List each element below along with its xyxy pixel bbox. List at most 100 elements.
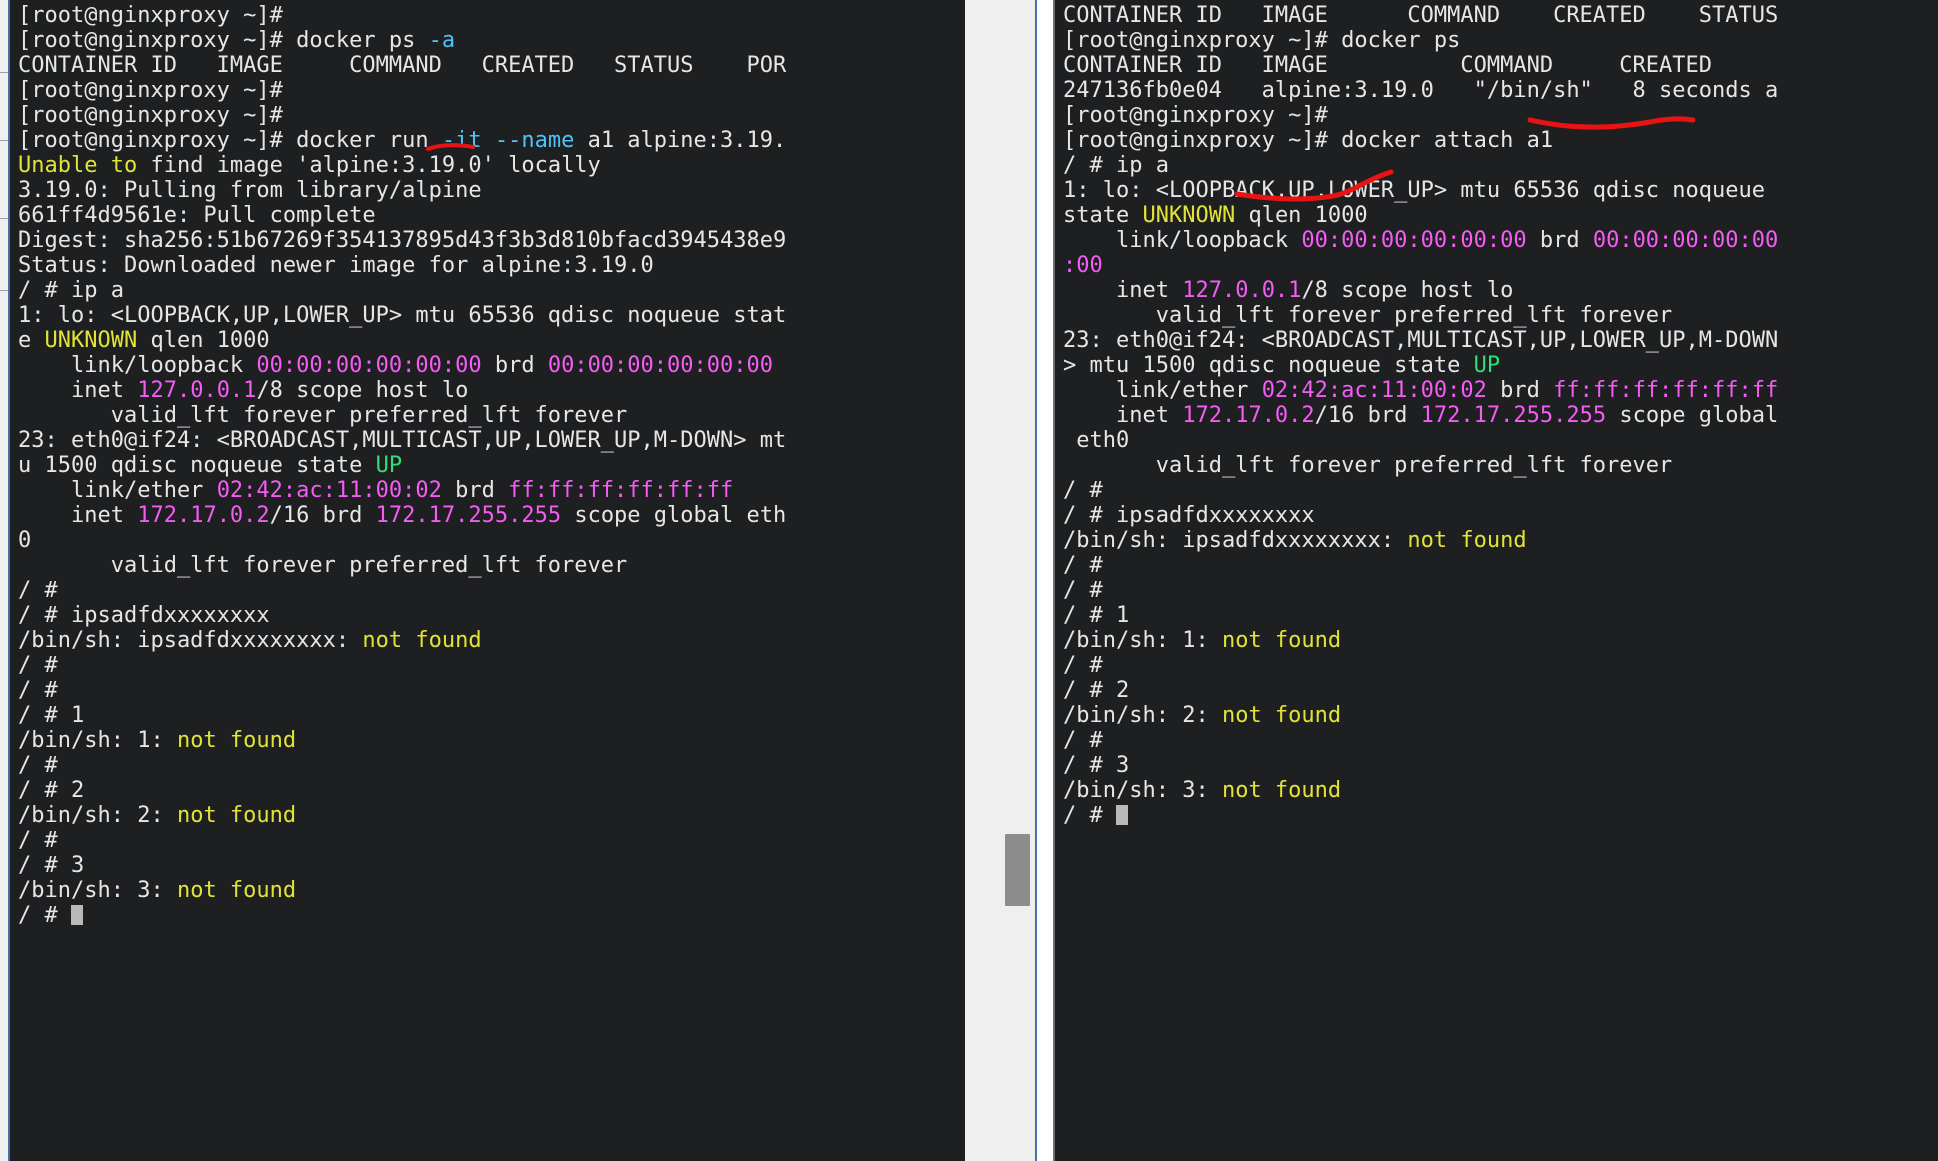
terminal-span: /bin/sh: ipsadfdxxxxxxxx: <box>18 628 363 653</box>
terminal-span: / # ip a <box>1063 153 1169 178</box>
terminal-span: ff:ff:ff:ff:ff:ff <box>508 478 734 503</box>
terminal-span: Digest: sha256:51b67269f354137895d43f3b3… <box>18 228 787 253</box>
scrollbar-thumb[interactable] <box>1005 834 1030 906</box>
terminal-span: 127.0.0.1 <box>1182 278 1302 303</box>
terminal-span: 00:00:00:00:00:00 <box>256 353 482 378</box>
terminal-line: / # <box>1063 478 1938 503</box>
right-terminal-lines: CONTAINER ID IMAGE COMMAND CREATED STATU… <box>1055 0 1938 828</box>
left-terminal[interactable]: [root@nginxproxy ~]# [root@nginxproxy ~]… <box>10 0 965 1161</box>
terminal-span: /8 scope host lo <box>1301 278 1514 303</box>
terminal-line: /bin/sh: ipsadfdxxxxxxxx: not found <box>1063 528 1938 553</box>
terminal-span: / # 2 <box>1063 678 1130 703</box>
terminal-span: scope global eth <box>561 503 787 528</box>
terminal-span: valid_lft forever preferred_lft forever <box>18 403 628 428</box>
terminal-span: 172.17.0.2 <box>1182 403 1315 428</box>
terminal-line: eth0 <box>1063 428 1938 453</box>
terminal-line: state UNKNOWN qlen 1000 <box>1063 203 1938 228</box>
terminal-line: / # 1 <box>18 703 965 728</box>
terminal-span: / # ip a <box>18 278 124 303</box>
terminal-span: a1 alpine:3.19. <box>574 128 787 153</box>
terminal-span: 172.17.255.255 <box>1420 403 1607 428</box>
terminal-span: / # 3 <box>1063 753 1130 778</box>
terminal-span: /8 scope host lo <box>256 378 469 403</box>
text-cursor <box>70 905 83 925</box>
terminal-line: [root@nginxproxy ~]# docker run -it --na… <box>18 128 965 153</box>
terminal-span: CONTAINER ID IMAGE COMMAND CREATED STATU… <box>1063 3 1779 28</box>
terminal-span: / # <box>1063 478 1116 503</box>
terminal-span: 00:00:00:00:00 <box>1592 228 1779 253</box>
terminal-line: inet 127.0.0.1/8 scope host lo <box>1063 278 1938 303</box>
screenshot-root: [root@nginxproxy ~]# [root@nginxproxy ~]… <box>0 0 1938 1161</box>
terminal-span: / # ipsadfdxxxxxxxx <box>18 603 270 628</box>
terminal-line: / # <box>18 903 965 928</box>
terminal-line: link/ether 02:42:ac:11:00:02 brd ff:ff:f… <box>1063 378 1938 403</box>
terminal-line: /bin/sh: 1: not found <box>18 728 965 753</box>
terminal-span: /bin/sh: 1: <box>18 728 177 753</box>
terminal-span: CONTAINER ID IMAGE COMMAND CREATED <box>1063 53 1713 78</box>
terminal-span: UNKNOWN <box>1142 203 1236 228</box>
right-terminal[interactable]: CONTAINER ID IMAGE COMMAND CREATED STATU… <box>1055 0 1938 1161</box>
terminal-span: /bin/sh: 2: <box>1063 703 1222 728</box>
terminal-span: 23: eth0@if24: <BROADCAST,MULTICAST,UP,L… <box>18 428 787 453</box>
terminal-line: > mtu 1500 qdisc noqueue state UP <box>1063 353 1938 378</box>
terminal-span <box>482 128 495 153</box>
terminal-span: inet <box>1063 278 1183 303</box>
terminal-span: 247136fb0e04 alpine:3.19.0 "/bin/sh" 8 s… <box>1063 78 1779 103</box>
terminal-line: Status: Downloaded newer image for alpin… <box>18 253 965 278</box>
terminal-line: / # <box>18 578 965 603</box>
terminal-span: scope global <box>1606 403 1779 428</box>
terminal-span: link/ether <box>18 478 217 503</box>
terminal-line: / # <box>1063 728 1938 753</box>
terminal-span: [root@nginxproxy ~]# <box>18 78 297 103</box>
margin-tick-mark <box>0 290 8 291</box>
terminal-span: /bin/sh: 1: <box>1063 628 1222 653</box>
terminal-span: /16 brd <box>269 503 376 528</box>
terminal-span: / # <box>1063 653 1116 678</box>
terminal-line: / # <box>1063 803 1938 828</box>
terminal-line: valid_lft forever preferred_lft forever <box>1063 453 1938 478</box>
terminal-span: not found <box>176 803 297 828</box>
terminal-span: /bin/sh: 3: <box>18 878 177 903</box>
terminal-span: / # <box>1063 728 1116 753</box>
terminal-line: 23: eth0@if24: <BROADCAST,MULTICAST,UP,L… <box>1063 328 1938 353</box>
terminal-span: link/loopback <box>1063 228 1302 253</box>
terminal-span: / # <box>18 828 71 853</box>
terminal-line: inet 172.17.0.2/16 brd 172.17.255.255 sc… <box>18 503 965 528</box>
terminal-span: brd <box>441 478 509 503</box>
terminal-span: 661ff4d9561e: Pull complete <box>18 203 376 228</box>
terminal-span: / # <box>1063 803 1116 828</box>
terminal-line: [root@nginxproxy ~]# docker attach a1 <box>1063 128 1938 153</box>
terminal-span: eth0 <box>1063 428 1130 453</box>
terminal-line: link/ether 02:42:ac:11:00:02 brd ff:ff:f… <box>18 478 965 503</box>
terminal-span: / # <box>18 678 71 703</box>
terminal-span: [root@nginxproxy ~]# docker attach a1 <box>1063 128 1554 153</box>
terminal-span: not found <box>1221 628 1342 653</box>
margin-tick-mark <box>0 218 8 219</box>
terminal-span: 00:00:00:00:00:00 <box>1301 228 1527 253</box>
pane-scroll-gutter[interactable] <box>1000 0 1035 1161</box>
left-gutter-margin <box>0 0 8 1161</box>
pane-spacer <box>1037 0 1053 1161</box>
terminal-line: / # ipsadfdxxxxxxxx <box>18 603 965 628</box>
terminal-line: / # ip a <box>1063 153 1938 178</box>
terminal-span: state <box>1063 203 1143 228</box>
terminal-span: valid_lft forever preferred_lft forever <box>1063 453 1673 478</box>
terminal-line: / # 3 <box>18 853 965 878</box>
terminal-line: / # <box>18 828 965 853</box>
terminal-line: u 1500 qdisc noqueue state UP <box>18 453 965 478</box>
terminal-line: 1: lo: <LOOPBACK,UP,LOWER_UP> mtu 65536 … <box>1063 178 1938 203</box>
terminal-line: inet 172.17.0.2/16 brd 172.17.255.255 sc… <box>1063 403 1938 428</box>
terminal-line: / # 3 <box>1063 753 1938 778</box>
terminal-span: not found <box>1407 528 1527 553</box>
terminal-span: [root@nginxproxy ~]# docker ps <box>18 28 429 53</box>
terminal-span: 0 <box>18 528 32 553</box>
terminal-span: UNKNOWN <box>44 328 138 353</box>
terminal-span: brd <box>481 353 548 378</box>
terminal-span: ff:ff:ff:ff:ff:ff <box>1553 378 1779 403</box>
terminal-span: inet <box>18 378 138 403</box>
terminal-span: / # 1 <box>18 703 85 728</box>
terminal-span: CONTAINER ID IMAGE COMMAND CREATED STATU… <box>18 53 787 78</box>
terminal-span: valid_lft forever preferred_lft forever <box>1063 303 1673 328</box>
terminal-span: -it <box>441 128 482 153</box>
terminal-line: link/loopback 00:00:00:00:00:00 brd 00:0… <box>18 353 965 378</box>
